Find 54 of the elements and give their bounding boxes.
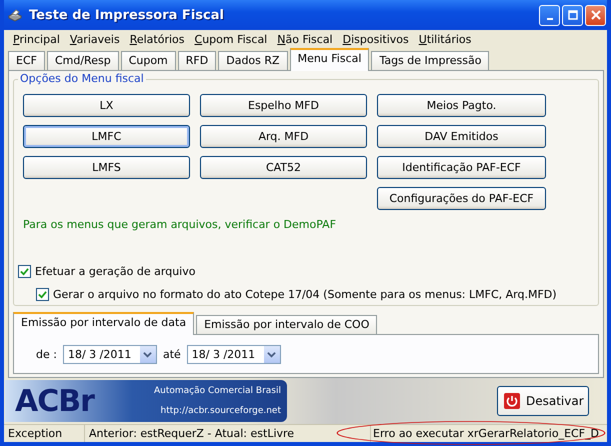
- status-text: Exception: [4, 425, 85, 442]
- menu-button[interactable]: Configurações do PAF-ECF: [377, 187, 546, 210]
- dropdown-icon: [267, 350, 276, 358]
- menu-button[interactable]: DAV Emitidos: [377, 125, 546, 148]
- menu-button[interactable]: LMFS: [23, 156, 190, 179]
- tab[interactable]: RFD: [178, 51, 216, 70]
- menu-button[interactable]: Meios Pagto.: [377, 94, 546, 117]
- deactivate-button[interactable]: Desativar: [497, 386, 589, 416]
- window-title: Teste de Impressora Fiscal: [29, 8, 224, 22]
- power-icon: [504, 393, 520, 409]
- menu-item[interactable]: Principal: [8, 32, 65, 46]
- date-field[interactable]: 18/ 3 /2011: [186, 344, 281, 364]
- menu-button[interactable]: Identificação PAF-ECF: [377, 156, 546, 179]
- tab[interactable]: Emissão por intervalo de COO: [196, 315, 378, 334]
- menu-item[interactable]: Dispositivos: [338, 32, 414, 46]
- tab[interactable]: Tags de Impressão: [371, 51, 490, 70]
- menu-button[interactable]: LX: [23, 94, 190, 117]
- minimize-icon: [546, 18, 552, 20]
- menu-button[interactable]: CAT52: [200, 156, 367, 179]
- checkbox[interactable]: [36, 288, 49, 301]
- menu-button[interactable]: Espelho MFD: [200, 94, 367, 117]
- from-label: de :: [36, 348, 57, 360]
- tab[interactable]: Dados RZ: [218, 51, 288, 70]
- to-label: até: [162, 348, 181, 360]
- maximize-button[interactable]: [562, 4, 583, 26]
- tab[interactable]: Menu Fiscal: [290, 48, 370, 71]
- tab[interactable]: Cmd/Resp: [46, 51, 119, 70]
- tab[interactable]: Cupom: [120, 51, 176, 70]
- menu-button[interactable]: LMFC: [23, 125, 190, 148]
- printer-icon: [7, 7, 23, 23]
- checkbox-label: Efetuar a geração de arquivo: [35, 265, 196, 278]
- minimize-button[interactable]: [539, 4, 560, 26]
- info-text: Para os menus que geram arquivos, verificar o DemoPAF: [23, 218, 338, 231]
- menu-item[interactable]: Utilitários: [414, 32, 476, 46]
- close-button[interactable]: [585, 4, 606, 26]
- checkbox[interactable]: [18, 265, 31, 278]
- menu-item[interactable]: Variaveis: [64, 32, 125, 46]
- menu-item[interactable]: Cupom Fiscal: [190, 32, 272, 46]
- status-text: Anterior: estRequerZ - Atual: estLivre: [85, 425, 372, 442]
- menu-item[interactable]: Relatórios: [124, 32, 190, 46]
- status-text: Erro ao executar xrGerarRelatorio_ECF_D: [372, 427, 600, 440]
- tab[interactable]: Emissão por intervalo de data: [13, 312, 194, 335]
- close-icon: [590, 10, 600, 20]
- url-text: http://acbr.sourceforge.net: [160, 406, 281, 416]
- menu-item[interactable]: Não Fiscal: [272, 32, 338, 46]
- group-title: Opções do Menu fiscal: [18, 72, 146, 85]
- tagline: Automação Comercial Brasil: [154, 386, 281, 396]
- dropdown-icon: [143, 350, 152, 358]
- menu-button[interactable]: Arq. MFD: [200, 125, 367, 148]
- maximize-icon: [568, 10, 578, 20]
- tab[interactable]: ECF: [8, 51, 45, 70]
- logo: ACBr: [15, 384, 94, 418]
- date-field[interactable]: 18/ 3 /2011: [62, 344, 157, 364]
- checkbox-label: Gerar o arquivo no formato do ato Cotepe 17/04 (Somente para os menus: LMFC, Arq.MFD): [53, 288, 557, 301]
